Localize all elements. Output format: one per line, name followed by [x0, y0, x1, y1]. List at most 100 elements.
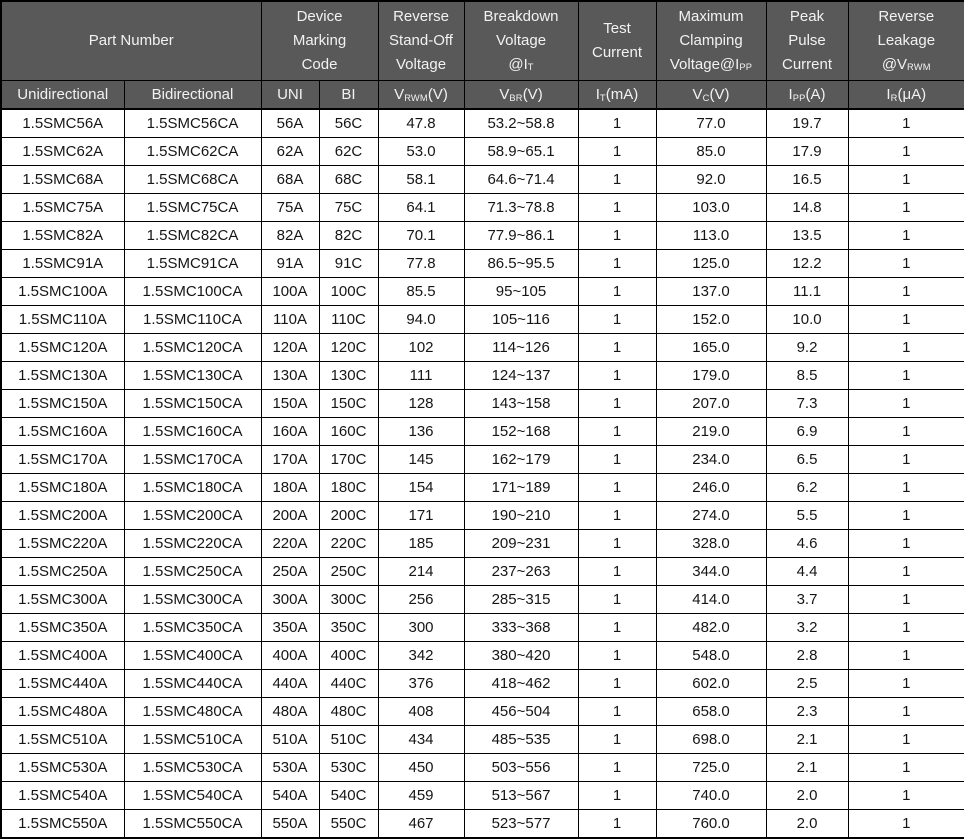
- label-text: Voltage@I: [670, 56, 739, 73]
- table-body: 1.5SMC56A1.5SMC56CA56A56C47.853.2~58.817…: [1, 109, 964, 838]
- cell-vrwm: 300: [378, 614, 464, 642]
- cell-bi: 170C: [319, 446, 378, 474]
- label-text: Clamping: [679, 32, 742, 49]
- cell-unidirectional: 1.5SMC530A: [1, 754, 124, 782]
- cell-unidirectional: 1.5SMC480A: [1, 698, 124, 726]
- cell-ipp: 2.1: [766, 726, 848, 754]
- cell-bidirectional: 1.5SMC150CA: [124, 390, 261, 418]
- header-line: Peak: [767, 5, 848, 29]
- cell-it: 1: [578, 418, 656, 446]
- cell-it: 1: [578, 446, 656, 474]
- cell-ipp: 4.6: [766, 530, 848, 558]
- label-text: Part Number: [89, 32, 174, 49]
- cell-ipp: 2.1: [766, 754, 848, 782]
- cell-vrwm: 434: [378, 726, 464, 754]
- cell-unidirectional: 1.5SMC130A: [1, 362, 124, 390]
- cell-unidirectional: 1.5SMC550A: [1, 810, 124, 839]
- cell-it: 1: [578, 474, 656, 502]
- cell-it: 1: [578, 250, 656, 278]
- cell-bi: 68C: [319, 166, 378, 194]
- cell-it: 1: [578, 390, 656, 418]
- cell-vbr: 513~567: [464, 782, 578, 810]
- cell-uni: 170A: [261, 446, 319, 474]
- cell-vrwm: 111: [378, 362, 464, 390]
- header-line: Pulse: [767, 29, 848, 53]
- cell-vc: 740.0: [656, 782, 766, 810]
- cell-it: 1: [578, 726, 656, 754]
- cell-unidirectional: 1.5SMC62A: [1, 138, 124, 166]
- cell-bi: 510C: [319, 726, 378, 754]
- header-line: Clamping: [657, 29, 766, 53]
- cell-uni: 130A: [261, 362, 319, 390]
- header-line: Code: [262, 53, 378, 77]
- table-row: 1.5SMC550A1.5SMC550CA550A550C467523~5771…: [1, 810, 964, 839]
- cell-ipp: 9.2: [766, 334, 848, 362]
- cell-uni: 530A: [261, 754, 319, 782]
- cell-ipp: 2.3: [766, 698, 848, 726]
- cell-vrwm: 70.1: [378, 222, 464, 250]
- cell-ir: 1: [848, 362, 964, 390]
- cell-vrwm: 58.1: [378, 166, 464, 194]
- cell-unidirectional: 1.5SMC91A: [1, 250, 124, 278]
- cell-vbr: 209~231: [464, 530, 578, 558]
- cell-unidirectional: 1.5SMC100A: [1, 278, 124, 306]
- cell-bi: 180C: [319, 474, 378, 502]
- cell-vc: 698.0: [656, 726, 766, 754]
- cell-ipp: 5.5: [766, 502, 848, 530]
- cell-uni: 550A: [261, 810, 319, 839]
- cell-ipp: 8.5: [766, 362, 848, 390]
- subscript-text: R: [891, 93, 898, 103]
- cell-vbr: 503~556: [464, 754, 578, 782]
- cell-vbr: 456~504: [464, 698, 578, 726]
- cell-bi: 82C: [319, 222, 378, 250]
- cell-bidirectional: 1.5SMC110CA: [124, 306, 261, 334]
- cell-ipp: 2.8: [766, 642, 848, 670]
- cell-unidirectional: 1.5SMC200A: [1, 502, 124, 530]
- cell-uni: 62A: [261, 138, 319, 166]
- cell-vbr: 105~116: [464, 306, 578, 334]
- subheader-cell-uni: UNI: [261, 81, 319, 110]
- cell-it: 1: [578, 586, 656, 614]
- cell-ir: 1: [848, 642, 964, 670]
- cell-uni: 75A: [261, 194, 319, 222]
- table-row: 1.5SMC250A1.5SMC250CA250A250C214237~2631…: [1, 558, 964, 586]
- cell-ipp: 6.9: [766, 418, 848, 446]
- cell-bi: 300C: [319, 586, 378, 614]
- label-text: UNI: [277, 86, 303, 103]
- label-text: (V): [428, 86, 448, 103]
- cell-vrwm: 467: [378, 810, 464, 839]
- cell-uni: 200A: [261, 502, 319, 530]
- cell-uni: 510A: [261, 726, 319, 754]
- table-row: 1.5SMC110A1.5SMC110CA110A110C94.0105~116…: [1, 306, 964, 334]
- cell-unidirectional: 1.5SMC350A: [1, 614, 124, 642]
- cell-ir: 1: [848, 390, 964, 418]
- table-row: 1.5SMC56A1.5SMC56CA56A56C47.853.2~58.817…: [1, 109, 964, 138]
- cell-ir: 1: [848, 586, 964, 614]
- cell-bi: 62C: [319, 138, 378, 166]
- cell-uni: 100A: [261, 278, 319, 306]
- cell-vbr: 162~179: [464, 446, 578, 474]
- cell-ir: 1: [848, 614, 964, 642]
- subscript-text: PP: [739, 62, 752, 72]
- cell-vc: 725.0: [656, 754, 766, 782]
- table-row: 1.5SMC180A1.5SMC180CA180A180C154171~1891…: [1, 474, 964, 502]
- cell-vrwm: 154: [378, 474, 464, 502]
- label-text: Stand-Off: [389, 32, 453, 49]
- label-text: Unidirectional: [17, 86, 108, 103]
- cell-it: 1: [578, 194, 656, 222]
- cell-bi: 120C: [319, 334, 378, 362]
- header-group-cell-peak-pulse-current: PeakPulseCurrent: [766, 1, 848, 81]
- cell-unidirectional: 1.5SMC180A: [1, 474, 124, 502]
- cell-vbr: 237~263: [464, 558, 578, 586]
- cell-bi: 110C: [319, 306, 378, 334]
- cell-ipp: 2.5: [766, 670, 848, 698]
- label-text: (A): [806, 86, 826, 103]
- cell-vbr: 485~535: [464, 726, 578, 754]
- cell-bi: 56C: [319, 109, 378, 138]
- cell-vrwm: 47.8: [378, 109, 464, 138]
- header-line: Stand-Off: [379, 29, 464, 53]
- cell-vbr: 190~210: [464, 502, 578, 530]
- cell-bidirectional: 1.5SMC480CA: [124, 698, 261, 726]
- label-text: Leakage: [877, 32, 935, 49]
- header-line: @VRWM: [849, 53, 964, 78]
